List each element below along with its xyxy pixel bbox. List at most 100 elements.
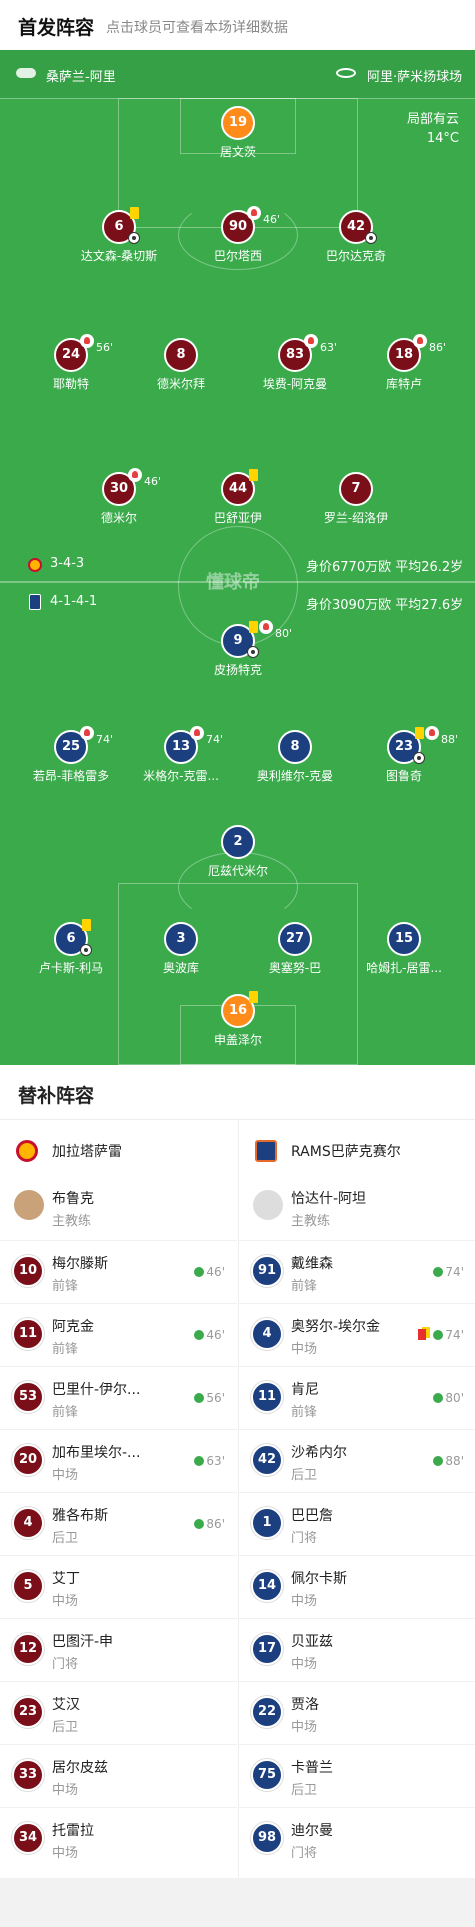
sub-player-row[interactable]: 75 卡普兰 后卫 [239,1744,475,1807]
away-team-header[interactable]: RAMS巴萨克赛尔 [239,1120,475,1180]
player-number: 19 [221,106,255,140]
away-player-11[interactable]: 16 申盖泽尔 [183,991,293,1048]
sub-player-row[interactable]: 91 戴维森 前锋 74' [239,1240,475,1303]
away-player-9[interactable]: 27 奥塞努-巴 [240,922,350,976]
venue-name: 阿里·萨米扬球场 [367,70,463,85]
player-name: 若昂-菲格雷多 [32,769,110,783]
sub-player-row[interactable]: 1 巴巴詹 门将 [239,1492,475,1555]
sub-player-position: 中场 [291,1594,318,1609]
sub-player-row[interactable]: 11 肯尼 前锋 80' [239,1366,475,1429]
sub-player-position: 后卫 [291,1468,318,1483]
sub-player-row[interactable]: 10 梅尔滕斯 前锋 46' [0,1240,237,1303]
home-player-8[interactable]: 18 86' 库特卢 [349,334,459,392]
sub-player-number: 11 [12,1318,44,1350]
sub-player-name: 艾汉 [52,1697,80,1713]
sub-player-row[interactable]: 42 沙希内尔 后卫 88' [239,1429,475,1492]
lineup-subtitle: 点击球员可查看本场详细数据 [106,20,288,36]
sub-player-row[interactable]: 11 阿克金 前锋 46' [0,1303,237,1366]
sub-player-position: 中场 [291,1342,318,1357]
home-player-10[interactable]: 44 巴舒亚伊 [183,469,293,526]
home-player-6[interactable]: 8 德米尔拜 [126,338,236,392]
galatasaray-logo-icon [16,1140,38,1162]
home-player-9[interactable]: 30 46' 德米尔 [64,468,174,526]
sub-off-icon [247,206,261,220]
sub-player-row[interactable]: 20 加布里埃尔-... 中场 63' [0,1429,237,1492]
basaksehir-logo-icon [255,1140,277,1162]
lineup-title: 首发阵容 [18,17,95,39]
sub-in-time: 46' [194,1328,225,1342]
away-player-3[interactable]: 13 74' 米格尔-克雷... [126,726,236,784]
player-name: 哈姆扎-居雷... [366,961,442,975]
home-player-1[interactable]: 19 居文茨 [183,106,293,160]
away-player-2[interactable]: 25 74' 若昂-菲格雷多 [16,726,126,784]
sub-in-time: 74' [433,1328,464,1342]
away-player-1[interactable]: 9 80' 皮扬特克 [183,620,293,678]
whistle-icon [16,68,36,78]
sub-player-row[interactable]: 12 巴图汗-申 门将 [0,1618,237,1681]
home-player-2[interactable]: 6 达文森-桑切斯 [64,207,174,264]
home-player-11[interactable]: 7 罗兰-绍洛伊 [301,472,411,526]
yellow-card-icon [249,469,258,481]
stadium-icon [336,68,356,78]
sub-player-number: 22 [251,1696,283,1728]
lineup-header: 首发阵容 点击球员可查看本场详细数据 [0,0,475,50]
player-name: 巴舒亚伊 [213,511,262,525]
away-coach[interactable]: 恰达什-阿坦 主教练 [239,1180,475,1240]
player-number: 27 [285,931,305,946]
goal-ball-icon [128,232,140,244]
sub-player-row[interactable]: 14 佩尔卡斯 中场 [239,1555,475,1618]
away-player-7[interactable]: 6 卢卡斯-利马 [16,919,126,976]
sub-player-name: 阿克金 [52,1319,94,1335]
away-player-4[interactable]: 8 奥利维尔-克曼 [240,730,350,784]
red-card-icon [418,1329,426,1340]
sub-player-row[interactable]: 22 贾洛 中场 [239,1681,475,1744]
player-number: 15 [394,931,414,946]
player-name: 达文森-桑切斯 [80,249,158,263]
player-number: 13 [171,739,191,754]
goal-ball-icon [413,752,425,764]
player-name: 申盖泽尔 [213,1033,262,1047]
sub-player-position: 中场 [52,1468,79,1483]
home-player-7[interactable]: 83 63' 埃费-阿克曼 [240,334,350,392]
sub-player-name: 巴巴詹 [291,1508,333,1524]
away-crest-icon [29,594,41,610]
away-player-10[interactable]: 15 哈姆扎-居雷... [349,922,459,976]
sub-in-time: 63' [194,1454,225,1468]
player-name: 德米尔 [100,511,137,525]
sub-player-number: 42 [251,1444,283,1476]
sub-player-number: 1 [251,1507,283,1539]
sub-player-row[interactable]: 17 贝亚兹 中场 [239,1618,475,1681]
home-team-top: 桑萨兰-阿里 [46,70,116,85]
home-team-header[interactable]: 加拉塔萨雷 [0,1120,237,1180]
home-player-3[interactable]: 90 46' 巴尔塔西 [183,206,293,264]
away-player-6[interactable]: 2 厄兹代米尔 [183,825,293,879]
sub-in-time: 74' [433,1265,464,1279]
home-player-5[interactable]: 24 56' 耶勒特 [16,334,126,392]
sub-player-row[interactable]: 4 奥努尔-埃尔金 中场 74' [239,1303,475,1366]
sub-player-number: 20 [12,1444,44,1476]
home-squad-value: 身价6770万欧 平均26.2岁 [306,560,464,575]
sub-player-number: 34 [12,1822,44,1854]
yellow-card-icon [249,991,258,1003]
sub-player-row[interactable]: 53 巴里什-伊尔... 前锋 56' [0,1366,237,1429]
sub-player-row[interactable]: 23 艾汉 后卫 [0,1681,237,1744]
sub-player-row[interactable]: 5 艾丁 中场 [0,1555,237,1618]
sub-time: 63' [320,341,338,354]
home-coach[interactable]: 布鲁克 主教练 [0,1180,237,1240]
away-player-8[interactable]: 3 奥波库 [126,922,236,976]
sub-player-row[interactable]: 34 托雷拉 中场 [0,1807,237,1870]
sub-player-row[interactable]: 98 迪尔曼 门将 [239,1807,475,1870]
sub-player-row[interactable]: 4 雅各布斯 后卫 86' [0,1492,237,1555]
player-name: 埃费-阿克曼 [262,377,328,391]
sub-in-time: 46' [194,1265,225,1279]
sub-player-number: 12 [12,1633,44,1665]
away-player-5[interactable]: 23 88' 图鲁奇 [349,726,459,784]
temperature-text: 14°C [426,131,459,146]
home-player-4[interactable]: 42 巴尔达克奇 [301,210,411,264]
player-number: 16 [228,1003,248,1018]
away-team-name: RAMS巴萨克赛尔 [291,1144,401,1160]
player-name: 居文茨 [219,145,256,159]
own-goal-icon [80,944,92,956]
sub-player-row[interactable]: 33 居尔皮兹 中场 [0,1744,237,1807]
yellow-card-icon [82,919,91,931]
